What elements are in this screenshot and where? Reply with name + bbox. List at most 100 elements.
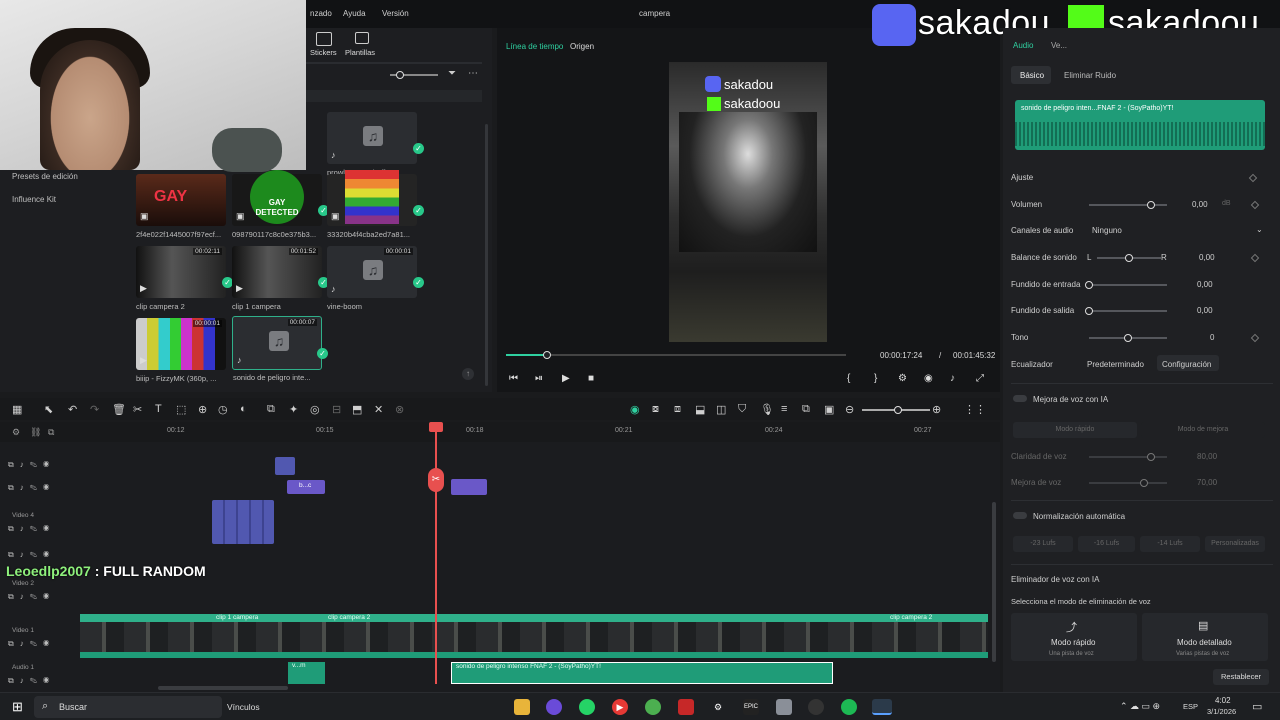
image-clip[interactable] xyxy=(451,479,487,495)
purple-clip[interactable]: b...c xyxy=(287,480,325,494)
text-clip-stack[interactable] xyxy=(212,500,274,544)
ai-assist-icon[interactable]: ◉ xyxy=(630,403,640,416)
balance-slider[interactable] xyxy=(1097,254,1161,262)
zoom-slider[interactable] xyxy=(390,71,438,79)
balance-value[interactable]: 0,00 xyxy=(1199,253,1215,262)
split-icon[interactable]: ✂ xyxy=(428,468,444,492)
media-item[interactable]: ▣ ✓ 33320b4f4cba2ed7a81... xyxy=(327,170,424,239)
menu-item-help[interactable]: Ayuda xyxy=(343,9,366,18)
sticker-icon[interactable] xyxy=(316,32,332,46)
claridad-value[interactable]: 80,00 xyxy=(1197,452,1217,461)
mask-icon[interactable]: ◎ xyxy=(310,403,320,416)
audio1-clip[interactable]: sonido de peligro intenso FNAF 2 - (SoyP… xyxy=(451,662,833,684)
lufs-16[interactable]: -16 Lufs xyxy=(1078,536,1135,552)
tab-velocidad[interactable]: Ve... xyxy=(1051,41,1067,50)
btn-modo-rapido[interactable]: Modo rápido xyxy=(1013,422,1137,438)
timeline-zoom-slider[interactable] xyxy=(862,406,930,414)
track-controls[interactable]: ⧉♪✎◉ xyxy=(8,483,55,493)
track-controls[interactable]: ⧉♪✎◉ xyxy=(8,460,55,470)
spotify-icon[interactable] xyxy=(841,699,857,715)
btn-modo-mejora[interactable]: Modo de mejora xyxy=(1141,422,1265,438)
fade-in-slider[interactable] xyxy=(1085,281,1167,289)
track-controls[interactable]: ⧉♪✎◉ xyxy=(8,639,55,649)
audio-small-clip[interactable]: v...m xyxy=(288,662,325,684)
split-icon[interactable]: ✂ xyxy=(133,403,142,416)
subtab-eliminar-ruido[interactable]: Eliminar Ruido xyxy=(1064,71,1116,80)
media-item[interactable]: GAY ▣ 2f4e022f1445007f97ecf... xyxy=(136,174,226,239)
toggle-normalizacion[interactable] xyxy=(1013,512,1027,519)
clock-date[interactable]: 3/1/2026 xyxy=(1207,707,1236,716)
volume-slider[interactable] xyxy=(1089,201,1167,209)
mark-out-icon[interactable]: } xyxy=(874,373,877,384)
tab-origin[interactable]: Origen xyxy=(570,42,594,51)
marker-icon[interactable]: ⧉ xyxy=(48,427,54,438)
modo-rapido-card[interactable]: ⤴ Modo rápido Una pista de voz xyxy=(1011,613,1137,661)
chrome-icon[interactable] xyxy=(645,699,661,715)
menu-item-version[interactable]: Versión xyxy=(382,9,409,18)
track-controls[interactable]: ⧉♪✎◉ xyxy=(8,592,55,602)
media-item[interactable]: 00:00:01 ▶ biiip - FizzyMK (360p, ... xyxy=(136,318,226,383)
media-item[interactable]: 00:02:11 ▶ ✓ clip campera 2 xyxy=(136,246,233,311)
media-item-selected[interactable]: 00:00:07 ♫ ♪ ✓ sonido de peligro inte... xyxy=(232,316,328,382)
export-frame-icon[interactable]: ⬒ xyxy=(352,403,362,416)
media-item[interactable]: GAY DETECTED ▣ ✓ 098790117c8c0e375b3... xyxy=(232,170,329,239)
track-settings-icon[interactable]: ⚙ xyxy=(12,427,20,438)
app-icon-c[interactable] xyxy=(776,699,792,715)
section-ajuste[interactable]: Ajuste xyxy=(1011,173,1033,182)
fullscreen-icon[interactable]: ⤢ xyxy=(976,373,984,384)
shield-icon[interactable]: ⛉ xyxy=(738,403,746,416)
crop-icon[interactable]: ⬚ xyxy=(176,403,186,416)
media-item[interactable]: ♫ ♪ ✓ prowler-sound-effect_... xyxy=(327,112,424,177)
fade-out-slider[interactable] xyxy=(1085,307,1167,315)
fade-out-value[interactable]: 0,00 xyxy=(1197,306,1213,315)
obs-icon[interactable] xyxy=(808,699,824,715)
play-frame-icon[interactable]: ⏯ xyxy=(535,373,543,384)
color-icon[interactable]: ◐ xyxy=(240,403,247,415)
template-icon[interactable] xyxy=(355,32,369,44)
tono-value[interactable]: 0 xyxy=(1210,333,1214,342)
app-icon-b[interactable] xyxy=(678,699,694,715)
tab-plantillas[interactable]: Plantillas xyxy=(345,48,375,57)
playhead[interactable]: ✂ xyxy=(428,422,444,684)
track-controls[interactable]: ⧉♪✎◉ xyxy=(8,676,55,686)
windows-start-icon[interactable]: ⊞ xyxy=(12,699,23,715)
media-item[interactable]: 00:01:52 ▶ ✓ clip 1 campera xyxy=(232,246,329,311)
video1-clip[interactable]: clip 1 campera clip campera 2 clip campe… xyxy=(80,614,988,652)
mark-in-icon[interactable]: { xyxy=(847,373,850,384)
settings-app-icon[interactable]: ⚙ xyxy=(710,699,726,715)
preview-scrubber[interactable] xyxy=(506,351,846,359)
more-tools-icon[interactable]: ⊗ xyxy=(395,403,404,416)
zoom-out-icon[interactable]: ⊖ xyxy=(845,403,854,416)
whatsapp-icon[interactable] xyxy=(579,699,595,715)
undo-icon[interactable]: ↶ xyxy=(68,403,77,416)
modo-detallado-card[interactable]: ▤ Modo detallado Varias pistas de voz xyxy=(1142,613,1268,661)
timeline-ruler[interactable]: ⚙ ⛓ ⧉ 00:12 00:15 00:18 00:21 00:24 00:2… xyxy=(0,422,1000,445)
prev-frame-icon[interactable]: ⏮ xyxy=(509,373,518,384)
select-icon[interactable]: ⬉ xyxy=(44,403,53,416)
mejora-slider[interactable] xyxy=(1089,479,1167,487)
ecualizador-value[interactable]: Predeterminado xyxy=(1087,360,1144,369)
filter-icon[interactable]: ⏷ xyxy=(448,68,456,79)
tool-icon-e[interactable]: ⧉ xyxy=(802,403,810,416)
app-icon-a[interactable] xyxy=(546,699,562,715)
track-controls[interactable]: ⧉♪✎◉ xyxy=(8,550,55,560)
text-clip[interactable] xyxy=(275,457,295,475)
text-icon[interactable]: T xyxy=(155,403,162,415)
volume-icon[interactable]: ♪ xyxy=(950,373,955,384)
mejora-value[interactable]: 70,00 xyxy=(1197,478,1217,487)
stabilize-icon[interactable]: ⊟ xyxy=(332,403,341,416)
lufs-23[interactable]: -23 Lufs xyxy=(1013,536,1073,552)
clock-time[interactable]: 4:02 xyxy=(1215,696,1231,705)
snapshot-icon[interactable]: ◉ xyxy=(924,373,933,384)
lang-indicator[interactable]: ESP xyxy=(1183,702,1198,711)
notification-icon[interactable]: ▭ xyxy=(1252,700,1262,713)
media-player-icon[interactable]: ▶ xyxy=(612,699,628,715)
config-button[interactable]: Configuración xyxy=(1162,360,1211,369)
link-icon[interactable]: ⛓ xyxy=(30,427,41,438)
nav-item-presets[interactable]: Presets de edición xyxy=(12,172,78,181)
tab-timeline[interactable]: Línea de tiempo xyxy=(506,42,563,51)
canales-value[interactable]: Ninguno xyxy=(1092,226,1122,235)
speed-icon[interactable]: ◷ xyxy=(218,403,228,416)
mic-icon[interactable]: 🎙 xyxy=(760,403,774,416)
layout-icon[interactable]: ▦ xyxy=(12,403,22,416)
